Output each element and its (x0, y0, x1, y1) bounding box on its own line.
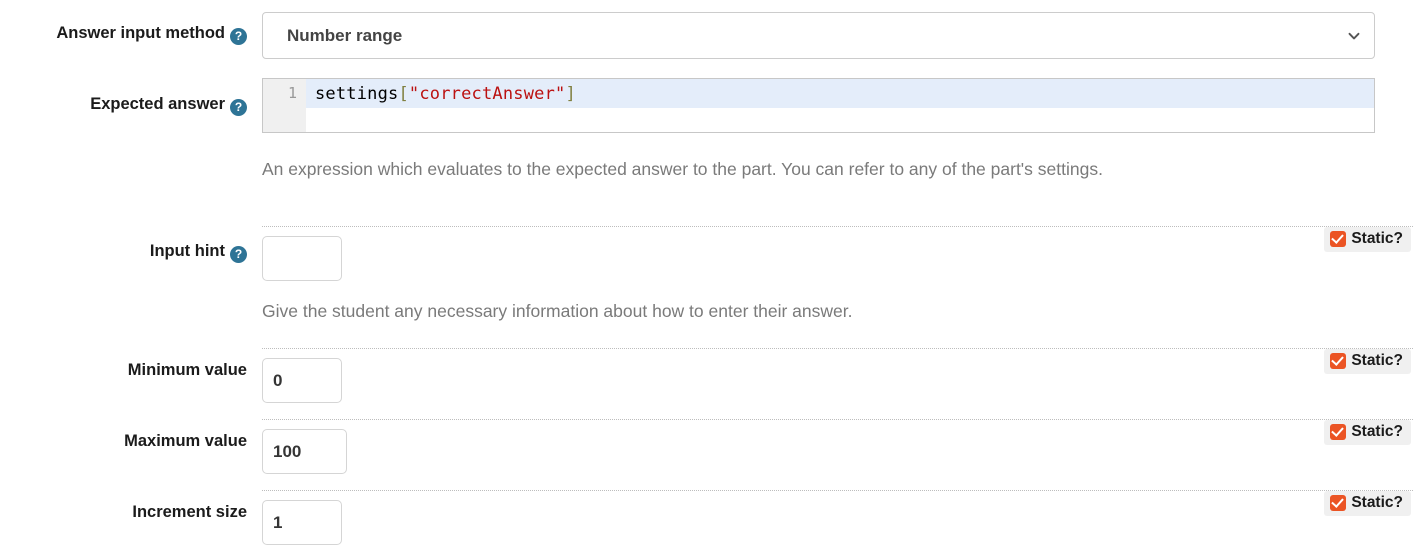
code-editor-inner: 1 settings["correctAnswer"] (263, 79, 1374, 132)
label-expected-answer: Expected answer? (0, 78, 262, 116)
row-minimum-value: Minimum value Static? (0, 348, 1413, 403)
checkbox-checked-icon[interactable] (1330, 495, 1347, 511)
row-answer-input-method: Answer input method? Number range (0, 12, 1413, 59)
minimum-value-control-wrap (262, 350, 1413, 403)
field-answer-input-method: Number range (262, 12, 1413, 59)
field-increment-size: Static? (262, 490, 1413, 545)
label-input-hint-text: Input hint (149, 242, 225, 260)
field-expected-answer: 1 settings["correctAnswer"] An expressio… (262, 78, 1413, 182)
label-input-hint: Input hint? (0, 226, 262, 263)
checkbox-checked-icon[interactable] (1330, 424, 1347, 440)
increment-size-control-wrap (262, 492, 1413, 545)
code-token-string: "correctAnswer" (408, 83, 566, 104)
help-circle-icon[interactable]: ? (230, 99, 247, 116)
input-hint-description: Give the student any necessary informati… (262, 301, 853, 321)
field-maximum-value: Static? (262, 419, 1413, 474)
checkbox-checked-icon[interactable] (1330, 353, 1347, 369)
static-label: Static? (1351, 423, 1403, 440)
row-input-hint: Input hint? Static? Give the student any… (0, 226, 1413, 324)
minimum-value-field[interactable] (262, 358, 342, 403)
row-expected-answer: Expected answer? 1 settings["correctAnsw… (0, 78, 1413, 182)
code-editor-filler (263, 108, 1374, 132)
minimum-value-static-toggle[interactable]: Static? (1324, 349, 1411, 374)
answer-input-method-select[interactable]: Number range (262, 12, 1375, 59)
help-circle-icon[interactable]: ? (230, 246, 247, 263)
code-token-identifier: settings (315, 83, 399, 104)
label-answer-input-method: Answer input method? (0, 12, 262, 45)
label-answer-input-method-text: Answer input method (56, 24, 225, 42)
answer-input-method-selected-value: Number range (287, 25, 403, 45)
label-increment-size: Increment size (0, 490, 262, 523)
code-token-open-bracket: [ (398, 83, 409, 104)
code-line-content: settings["correctAnswer"] (306, 84, 576, 104)
increment-size-static-toggle[interactable]: Static? (1324, 491, 1411, 516)
static-label: Static? (1351, 494, 1403, 511)
expected-answer-code-editor[interactable]: 1 settings["correctAnswer"] (262, 78, 1375, 133)
code-line[interactable]: 1 settings["correctAnswer"] (263, 79, 1374, 108)
maximum-value-static-toggle[interactable]: Static? (1324, 420, 1411, 445)
code-gutter-filler (263, 108, 306, 132)
row-increment-size: Increment size Static? (0, 490, 1413, 545)
label-maximum-value: Maximum value (0, 419, 262, 452)
label-increment-size-text: Increment size (132, 503, 247, 521)
static-label: Static? (1351, 230, 1403, 247)
label-minimum-value-text: Minimum value (127, 361, 247, 379)
field-minimum-value: Static? (262, 348, 1413, 403)
static-label: Static? (1351, 352, 1403, 369)
code-token-close-bracket: ] (565, 83, 576, 104)
maximum-value-field[interactable] (262, 429, 347, 474)
checkbox-checked-icon[interactable] (1330, 231, 1347, 247)
input-hint-field[interactable] (262, 236, 342, 281)
input-hint-static-toggle[interactable]: Static? (1324, 227, 1411, 252)
maximum-value-control-wrap (262, 421, 1413, 474)
code-line-number: 1 (263, 79, 306, 108)
field-input-hint: Static? Give the student any necessary i… (262, 226, 1413, 324)
answer-input-method-select-wrap: Number range (262, 12, 1375, 59)
label-minimum-value: Minimum value (0, 348, 262, 381)
help-circle-icon[interactable]: ? (230, 28, 247, 45)
label-expected-answer-text: Expected answer (90, 95, 225, 113)
row-maximum-value: Maximum value Static? (0, 419, 1413, 474)
expected-answer-description: An expression which evaluates to the exp… (262, 159, 1103, 179)
label-maximum-value-text: Maximum value (124, 432, 247, 450)
increment-size-field[interactable] (262, 500, 342, 545)
input-hint-control-wrap (262, 228, 1413, 281)
